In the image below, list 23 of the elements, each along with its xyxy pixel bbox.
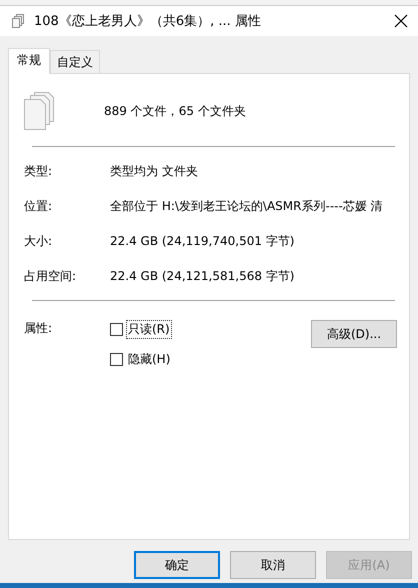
dialog-button[interactable]: 取消: [230, 551, 316, 579]
field-label: 占用空间:: [24, 268, 78, 284]
field-value: 类型均为 文件夹: [110, 163, 199, 179]
summary-text: 889 个文件，65 个文件夹: [104, 102, 246, 120]
tab[interactable]: 自定义: [50, 50, 100, 73]
dialog-button[interactable]: 确定: [134, 551, 220, 579]
advanced-button[interactable]: 高级(D)...: [311, 320, 397, 348]
close-icon[interactable]: [394, 14, 408, 28]
files-icon: [10, 13, 26, 29]
field-label: 大小:: [24, 233, 54, 249]
tab[interactable]: 常规: [8, 48, 50, 74]
field-label: 属性:: [24, 320, 54, 337]
field-value: 22.4 GB (24,119,740,501 字节): [110, 233, 296, 249]
checkbox[interactable]: [110, 322, 123, 336]
field-label: 位置:: [24, 198, 54, 214]
field-value: 22.4 GB (24,121,581,568 字节): [110, 268, 296, 284]
field-label: 类型:: [24, 163, 54, 179]
files-icon: [24, 92, 54, 130]
window-title: 108《恋上老男人》（共6集）, ... 属性: [34, 13, 262, 30]
checkbox-label[interactable]: 只读(R): [126, 320, 172, 338]
field-value: 全部位于 H:\发到老王论坛的\ASMR系列----芯媛 清: [110, 198, 384, 214]
checkbox-label[interactable]: 隐藏(H): [126, 350, 172, 368]
checkbox[interactable]: [110, 352, 123, 366]
